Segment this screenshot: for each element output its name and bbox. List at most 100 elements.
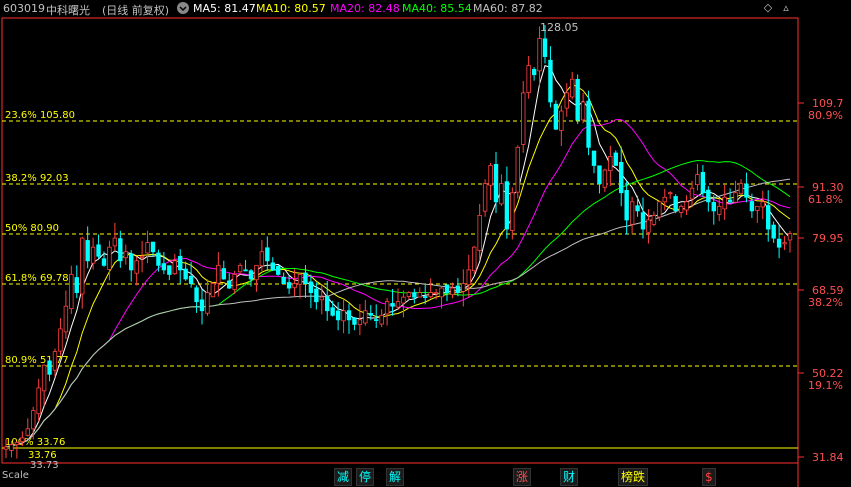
marker-list-drop[interactable]: 榜跌 (618, 468, 649, 486)
candle-body (787, 233, 793, 241)
fib-label: 23.6% 105.80 (5, 110, 75, 121)
candle-body (657, 201, 662, 218)
marker-unlock[interactable]: 解 (386, 468, 405, 486)
marker-rise[interactable]: 涨 (513, 468, 532, 486)
candle-body (711, 202, 716, 212)
candle-body (423, 296, 428, 298)
candle-body (178, 255, 183, 271)
candle-body (227, 280, 232, 289)
candle-body (139, 255, 145, 258)
candle-body (384, 301, 390, 315)
stock-name: 中科曙光 (46, 4, 90, 17)
candle-body (591, 150, 597, 166)
candle-body (776, 238, 782, 248)
candle-body (210, 283, 216, 298)
candle-body (216, 264, 221, 284)
candle-body (357, 319, 363, 326)
candle-body (559, 110, 564, 131)
candle-body (689, 187, 695, 200)
candle-body (444, 284, 450, 293)
candle-body (537, 37, 542, 72)
chevron-down-icon[interactable] (176, 1, 190, 18)
candle-body (319, 296, 324, 301)
candle-body (199, 299, 205, 312)
candle-body (493, 163, 499, 203)
candle-body (406, 292, 412, 297)
candle-body (118, 238, 123, 262)
candle-body (123, 251, 128, 259)
candle-body (695, 174, 700, 186)
candle-body (771, 224, 776, 239)
candle-body (52, 351, 58, 371)
candle-body (455, 285, 461, 293)
candle-body (613, 152, 618, 166)
chart-mode[interactable]: (日线 前复权) (102, 2, 169, 18)
candle-body (575, 78, 580, 121)
price-chart[interactable]: 23.6% 105.80 38.2% 92.03 50% 80.90 61.8% 69… (0, 0, 851, 487)
scale-label: Scale (2, 470, 29, 481)
axis-pct-label: 80.9% (808, 109, 843, 122)
candle-body (504, 181, 510, 230)
candle-body (167, 265, 172, 275)
candle-body (477, 215, 482, 251)
candle-body (602, 169, 608, 188)
candle-body (374, 319, 379, 322)
ma20-label: MA20: 82.48 (330, 2, 400, 15)
high-price-label: 128.05 (540, 21, 579, 34)
marker-dollar[interactable]: $ (702, 468, 716, 486)
candle-body (412, 292, 417, 298)
candle-body (9, 444, 14, 451)
candle-body (668, 192, 673, 195)
candle-body (706, 189, 711, 203)
candle-body (145, 242, 150, 254)
candle-body (150, 241, 156, 253)
expand-icon[interactable]: ◇ (762, 2, 774, 14)
candle-body (570, 78, 575, 98)
candle-body (363, 310, 368, 324)
marker-reduce[interactable]: 减 (334, 468, 353, 486)
candle-body (482, 183, 488, 212)
candle-body (499, 183, 504, 205)
ma5-label: MA5: 81.47 (193, 2, 256, 15)
candle-body (101, 258, 107, 266)
collapse-icon[interactable]: ▵ (780, 2, 792, 14)
candle-body (760, 201, 765, 208)
candle-body (172, 260, 177, 275)
candle-body (766, 205, 771, 230)
marker-finance[interactable]: 财 (560, 468, 579, 486)
candle-body (515, 146, 520, 193)
candle-body (308, 281, 314, 293)
marker-halt[interactable]: 停 (356, 468, 375, 486)
axis-pct-label: 19.1% (808, 379, 843, 392)
candle-body (85, 240, 90, 262)
candle-body (379, 314, 384, 325)
candle-body (270, 262, 275, 271)
candle-body (156, 252, 161, 266)
candle-body (14, 441, 20, 445)
candle-body (3, 446, 9, 450)
candle-body (510, 192, 515, 231)
candle-body (580, 101, 586, 121)
candle-body (297, 274, 303, 285)
candle-body (717, 205, 722, 215)
candle-body (542, 38, 548, 57)
candle-body (466, 269, 471, 285)
candle-body (629, 201, 635, 225)
candle-body (673, 196, 678, 212)
candle-body (281, 276, 286, 284)
candle-body (368, 313, 373, 316)
candle-body (619, 161, 624, 194)
candle-body (662, 196, 667, 203)
candle-body (74, 277, 79, 293)
candle-body (232, 274, 237, 290)
candle-body (36, 387, 41, 415)
fib-label: 100% 33.76 (5, 437, 65, 448)
candle-body (112, 237, 118, 247)
stock-code: 603019 (3, 2, 45, 15)
axis-pct-label: 61.8% (808, 193, 843, 206)
candle-body (548, 59, 553, 103)
candle-body (727, 199, 733, 203)
candle-body (733, 192, 738, 203)
candle-body (259, 251, 265, 267)
candle-body (221, 268, 226, 280)
